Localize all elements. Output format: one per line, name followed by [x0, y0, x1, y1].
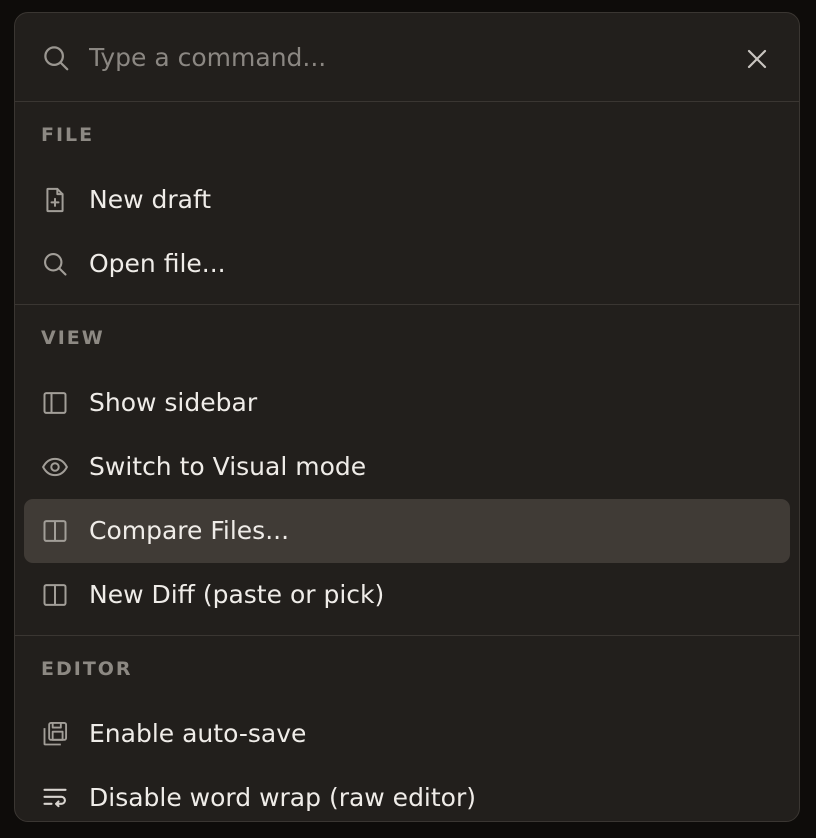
command-label: Open file...	[89, 249, 226, 278]
command-new-draft[interactable]: New draft	[24, 168, 790, 232]
command-label: New draft	[89, 185, 212, 214]
section-view: VIEW Show sidebar Switch to Visual mode	[15, 305, 799, 636]
section-editor: EDITOR Enable auto-save Disable word wra…	[15, 636, 799, 821]
command-switch-visual-mode[interactable]: Switch to Visual mode	[24, 435, 790, 499]
sidebar-icon	[41, 389, 69, 417]
command-label: Compare Files...	[89, 516, 290, 545]
section-title: VIEW	[41, 327, 105, 349]
command-compare-files[interactable]: Compare Files...	[24, 499, 790, 563]
command-label: Show sidebar	[89, 388, 258, 417]
command-label: Enable auto-save	[89, 719, 307, 748]
search-bar	[15, 13, 799, 102]
command-label: Switch to Visual mode	[89, 452, 367, 481]
wrap-text-icon	[41, 784, 69, 812]
command-disable-word-wrap[interactable]: Disable word wrap (raw editor)	[24, 766, 790, 821]
columns-icon	[41, 517, 69, 545]
eye-icon	[41, 453, 69, 481]
command-palette: FILE New draft Open file...	[14, 12, 800, 822]
command-enable-auto-save[interactable]: Enable auto-save	[24, 702, 790, 766]
section-file: FILE New draft Open file...	[15, 102, 799, 305]
search-icon	[41, 250, 69, 278]
file-plus-icon	[41, 186, 69, 214]
search-icon	[41, 43, 71, 73]
section-title: FILE	[41, 124, 95, 146]
command-new-diff[interactable]: New Diff (paste or pick)	[24, 563, 790, 627]
command-open-file[interactable]: Open file...	[24, 232, 790, 296]
command-label: New Diff (paste or pick)	[89, 580, 385, 609]
command-show-sidebar[interactable]: Show sidebar	[24, 371, 790, 435]
save-stack-icon	[41, 720, 69, 748]
section-title: EDITOR	[41, 658, 133, 680]
command-search-input[interactable]	[89, 37, 689, 77]
columns-icon	[41, 581, 69, 609]
command-label: Disable word wrap (raw editor)	[89, 783, 477, 812]
close-icon[interactable]	[745, 47, 769, 71]
